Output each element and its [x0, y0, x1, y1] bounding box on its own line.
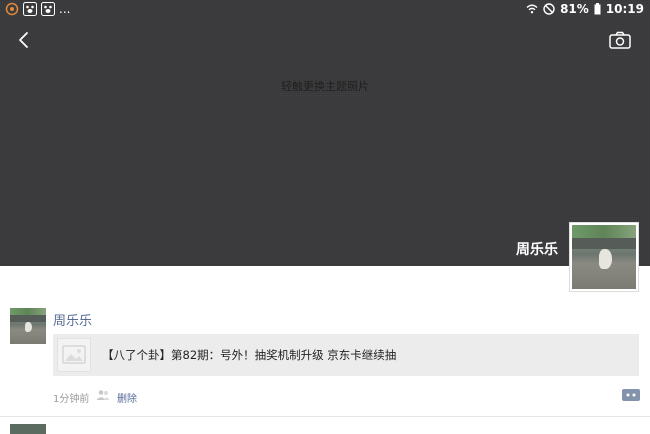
battery-percent: 81% [560, 2, 589, 16]
article-thumbnail [57, 338, 91, 372]
cover-photo[interactable] [0, 0, 650, 266]
divider [0, 416, 650, 417]
wifi-icon [526, 4, 538, 14]
shared-article-card[interactable]: 【八了个卦】第82期：号外！抽奖机制升级 京东卡继续抽 [53, 334, 639, 376]
camera-icon[interactable] [608, 30, 632, 50]
image-placeholder-icon [62, 345, 86, 364]
clock: 10:19 [605, 2, 644, 16]
next-post-avatar[interactable] [10, 424, 46, 434]
post-time: 1分钟前 [53, 394, 90, 405]
comment-icon[interactable] [622, 388, 640, 402]
profile-avatar[interactable] [569, 222, 639, 292]
notification-icon [5, 2, 19, 16]
post-author-name[interactable]: 周乐乐 [53, 310, 92, 329]
post-author-avatar[interactable] [10, 308, 46, 344]
back-arrow-icon[interactable] [14, 28, 36, 52]
people-icon [96, 390, 110, 400]
profile-name: 周乐乐 [516, 242, 558, 258]
article-title: 【八了个卦】第82期：号外！抽奖机制升级 京东卡继续抽 [102, 348, 397, 362]
do-not-disturb-icon [543, 3, 555, 15]
more-notifications: ... [59, 2, 71, 16]
delete-button[interactable]: 删除 [117, 390, 137, 405]
paw-icon [41, 2, 55, 16]
status-bar: ... 81% 10:19 [0, 0, 650, 20]
paw-icon [23, 2, 37, 16]
change-cover-hint[interactable]: 轻触更换主题照片 [0, 78, 650, 94]
battery-icon [594, 3, 601, 15]
